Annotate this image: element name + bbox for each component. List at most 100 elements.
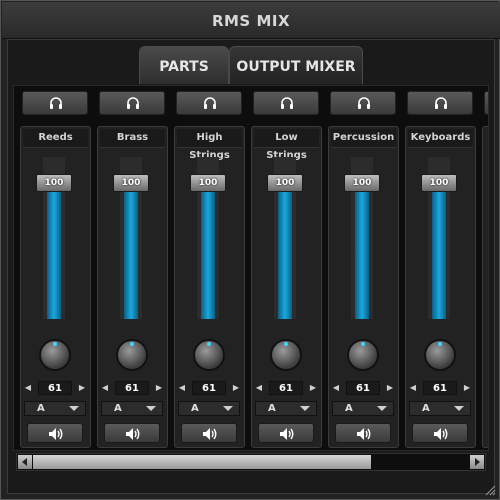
mute-button[interactable] <box>27 423 83 443</box>
arrow-left-icon[interactable]: ◀ <box>331 382 341 394</box>
strip-body: Percussion 100 ◀ 61 ▶ A <box>328 126 399 448</box>
solo-button[interactable] <box>330 91 396 115</box>
knob-indicator <box>438 342 442 346</box>
speaker-icon <box>357 428 371 440</box>
arrow-right-icon[interactable]: ▶ <box>77 382 87 394</box>
scroll-right-icon <box>475 458 480 466</box>
channel-strip: Brass 100 ◀ 61 ▶ A <box>94 86 168 450</box>
stepper-value[interactable]: 61 <box>269 381 303 395</box>
fader-handle[interactable]: 100 <box>36 174 72 192</box>
chevron-down-icon <box>300 406 310 411</box>
fader-handle[interactable]: 100 <box>421 174 457 192</box>
solo-button[interactable] <box>99 91 165 115</box>
fader-level-fill <box>278 181 292 319</box>
mute-button[interactable] <box>335 423 391 443</box>
knob-indicator <box>53 342 57 346</box>
arrow-right-icon[interactable]: ▶ <box>308 382 318 394</box>
speaker-icon <box>280 428 294 440</box>
mute-button[interactable] <box>412 423 468 443</box>
fader-track[interactable]: 100 <box>267 157 303 319</box>
fader-handle[interactable]: 100 <box>113 174 149 192</box>
output-dropdown[interactable]: A <box>332 401 394 416</box>
mute-button[interactable] <box>104 423 160 443</box>
speaker-icon <box>49 428 63 440</box>
chevron-down-icon <box>454 406 464 411</box>
headphones-icon <box>435 97 447 109</box>
chevron-down-icon <box>223 406 233 411</box>
arrow-right-icon[interactable]: ▶ <box>154 382 164 394</box>
solo-button[interactable] <box>22 91 88 115</box>
channel-strip: Low Strings 100 ◀ 61 ▶ A <box>248 86 322 450</box>
output-dropdown[interactable]: A <box>24 401 86 416</box>
chevron-down-icon <box>377 406 387 411</box>
value-stepper: ◀ 61 ▶ <box>21 381 90 395</box>
arrow-right-icon[interactable]: ▶ <box>462 382 472 394</box>
fader-track[interactable]: 100 <box>113 157 149 319</box>
knob-indicator <box>284 342 288 346</box>
solo-button[interactable] <box>253 91 319 115</box>
fader-track[interactable]: 100 <box>344 157 380 319</box>
output-dropdown[interactable]: A <box>101 401 163 416</box>
pan-knob[interactable] <box>347 339 379 371</box>
headphones-icon <box>127 97 139 109</box>
pan-knob[interactable] <box>39 339 71 371</box>
scroll-thumb[interactable] <box>33 455 371 469</box>
pan-knob[interactable] <box>193 339 225 371</box>
knob-indicator <box>361 342 365 346</box>
output-dropdown[interactable]: A <box>255 401 317 416</box>
stepper-value[interactable]: 61 <box>115 381 149 395</box>
fader-track[interactable]: 100 <box>36 157 72 319</box>
strip-body: Low Strings 100 ◀ 61 ▶ A <box>251 126 322 448</box>
tab-output-mixer[interactable]: OUTPUT MIXER <box>229 46 363 84</box>
stepper-value[interactable]: 61 <box>346 381 380 395</box>
mute-button[interactable] <box>258 423 314 443</box>
pan-knob[interactable] <box>116 339 148 371</box>
fader-handle[interactable]: 100 <box>344 174 380 192</box>
arrow-left-icon[interactable]: ◀ <box>408 382 418 394</box>
channel-strip: Keyboards 100 ◀ 61 ▶ A <box>402 86 476 450</box>
stepper-value[interactable]: 61 <box>423 381 457 395</box>
pan-knob[interactable] <box>270 339 302 371</box>
fader-track[interactable]: 100 <box>190 157 226 319</box>
headphones-icon <box>358 97 370 109</box>
mute-button[interactable] <box>181 423 237 443</box>
fader-track[interactable]: 100 <box>421 157 457 319</box>
value-stepper: ◀ 61 ▶ <box>252 381 321 395</box>
stepper-value[interactable]: 61 <box>192 381 226 395</box>
arrow-right-icon[interactable]: ▶ <box>231 382 241 394</box>
pan-knob[interactable] <box>424 339 456 371</box>
speaker-icon <box>434 428 448 440</box>
arrow-left-icon[interactable]: ◀ <box>254 382 264 394</box>
speaker-icon <box>126 428 140 440</box>
scroll-left-button[interactable] <box>18 455 32 469</box>
fader-handle[interactable]: 100 <box>267 174 303 192</box>
strip-body <box>482 126 488 448</box>
output-dropdown[interactable]: A <box>178 401 240 416</box>
knob-indicator <box>207 342 211 346</box>
solo-button[interactable] <box>484 91 488 115</box>
horizontal-scrollbar[interactable] <box>16 453 486 471</box>
stepper-value[interactable]: 61 <box>38 381 72 395</box>
arrow-left-icon[interactable]: ◀ <box>23 382 33 394</box>
output-value: A <box>191 403 199 414</box>
window-title: RMS MIX <box>211 12 291 30</box>
scroll-right-button[interactable] <box>470 455 484 469</box>
arrow-left-icon[interactable]: ◀ <box>100 382 110 394</box>
fader-handle[interactable]: 100 <box>190 174 226 192</box>
output-value: A <box>422 403 430 414</box>
output-value: A <box>345 403 353 414</box>
part-name: Reeds <box>23 129 88 148</box>
fader-level-fill <box>47 181 61 319</box>
part-name: High Strings <box>177 129 242 161</box>
channel-strip: Percussion 100 ◀ 61 ▶ A <box>325 86 399 450</box>
headphones-icon <box>204 97 216 109</box>
solo-button[interactable] <box>176 91 242 115</box>
solo-button[interactable] <box>407 91 473 115</box>
tab-parts[interactable]: PARTS <box>139 46 229 84</box>
arrow-left-icon[interactable]: ◀ <box>177 382 187 394</box>
part-name: Brass <box>100 129 165 148</box>
arrow-right-icon[interactable]: ▶ <box>385 382 395 394</box>
output-dropdown[interactable]: A <box>409 401 471 416</box>
resize-grip-icon[interactable] <box>484 484 496 496</box>
value-stepper: ◀ 61 ▶ <box>98 381 167 395</box>
